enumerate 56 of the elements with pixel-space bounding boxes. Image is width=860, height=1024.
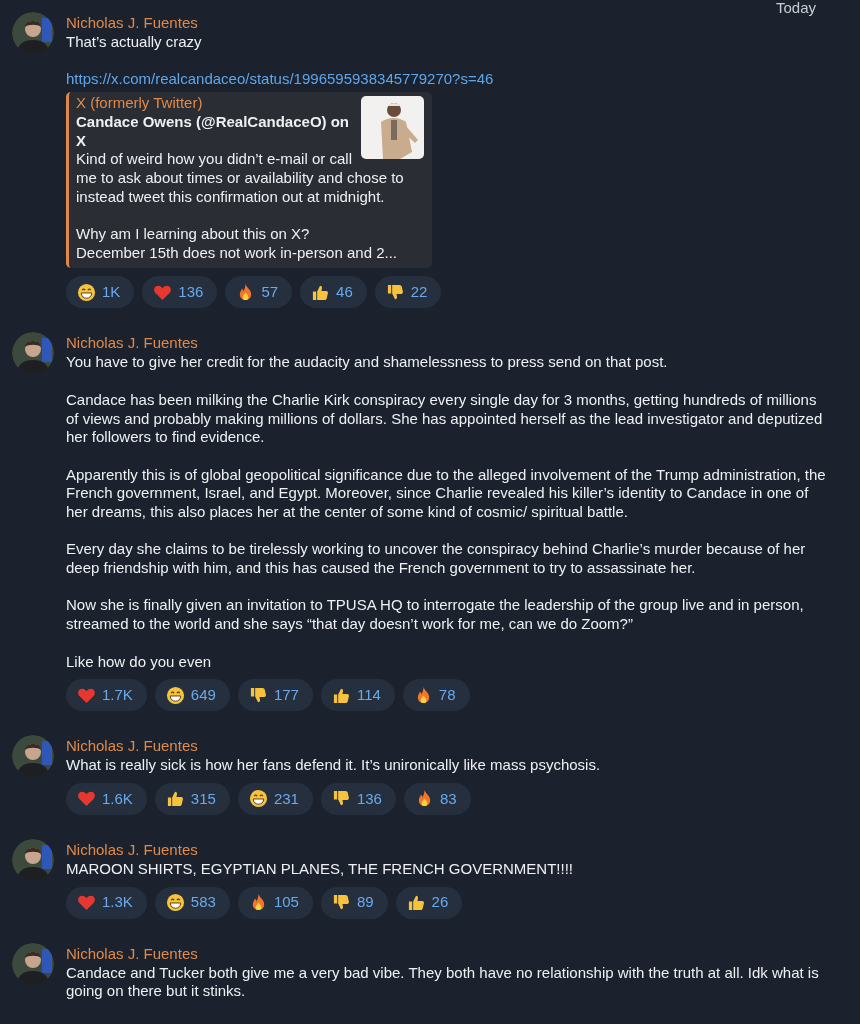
grin-emoji-icon (165, 893, 185, 913)
reaction-button[interactable]: 57 (225, 276, 293, 309)
message-text: That’s actually crazy (66, 33, 203, 52)
avatar (12, 12, 54, 54)
reaction-button[interactable]: 1.6K (66, 783, 147, 815)
reaction-button[interactable]: 89 (320, 886, 388, 919)
thumbs-up-icon (406, 893, 426, 913)
reaction-button[interactable]: 136 (142, 276, 218, 309)
reaction-button[interactable]: 114 (320, 679, 395, 712)
reaction-button[interactable]: 1.7K (66, 679, 147, 712)
reaction-button[interactable]: 22 (374, 276, 442, 309)
message-text: What is really sick is how her fans defend it. It’s unironically like mass psychosis. (66, 756, 602, 775)
reaction-button[interactable]: 83 (403, 783, 471, 815)
reaction-button[interactable]: 1.3K (66, 886, 147, 919)
date-label: Today (775, 0, 816, 16)
heart-icon (77, 789, 96, 809)
message-link[interactable]: https://x.com/realcandaceo/status/1996595938345779270?s=46 (66, 70, 494, 90)
avatar (12, 942, 54, 985)
reaction-button[interactable]: 105 (237, 886, 313, 919)
reaction-button[interactable]: 649 (154, 679, 230, 712)
message-text: Now she is finally given an invitation to TPUSA HQ to interrogate the leadership of the group live and in person, streamed to the world and she says “that day doesn’t work for me, can we do Zoom?” (66, 596, 805, 634)
sender-name[interactable]: Nicholas J. Fuentes (66, 942, 826, 964)
reaction-button[interactable]: 583 (154, 886, 230, 919)
avatar (12, 332, 54, 375)
reaction-button[interactable]: 46 (300, 276, 367, 309)
message-text: MAROON SHIRTS, EGYPTIAN PLANES, THE FRENCH GOVERNMENT!!!! (66, 860, 575, 879)
preview-text: Why am I learning about this on X? December 15th does not work in-person and 2... (76, 225, 398, 263)
preview-text: Kind of weird how you didn’t e-mail or call me to ask about times or availability and chose to instead tweet this confirmation out at midnight. (76, 150, 405, 207)
message-text: Candace has been milking the Charlie Kirk conspiracy every single day for 3 months, getting hundreds of millions of views and probably making millions of dollars. She has appointed herself as the lead investigator and deputized her followers to find evidence. (66, 390, 824, 447)
reaction-button[interactable]: 1K (66, 276, 135, 309)
link-preview-card[interactable] (66, 92, 432, 269)
sender-name[interactable]: Nicholas J. Fuentes (66, 839, 826, 860)
grin-emoji-icon (77, 282, 96, 302)
message-text: You have to give her credit for the audacity and shamelessness to press send on that post. (66, 353, 669, 373)
sender-name[interactable]: Nicholas J. Fuentes (66, 332, 826, 354)
sender-name[interactable]: Nicholas J. Fuentes (66, 735, 826, 757)
message-text: Every day she claims to be tirelessly working to uncover the conspiracy behind Charlie’s murder because of her deep friendship with him, and this has caused the French government to try to assassinate her. (66, 540, 807, 578)
thumbs-down-icon (248, 685, 268, 705)
reaction-button[interactable]: 26 (395, 886, 463, 919)
grin-emoji-icon (165, 685, 185, 705)
reaction-button[interactable]: 315 (154, 783, 230, 815)
reaction-button[interactable]: 136 (320, 783, 396, 815)
reaction-button[interactable]: 231 (237, 783, 313, 815)
preview-title: Candace Owens (@RealCandaceO) on X (76, 112, 351, 151)
heart-icon (77, 893, 96, 913)
reaction-button[interactable]: 78 (402, 679, 470, 712)
avatar (12, 839, 54, 881)
thumbs-down-icon (385, 282, 405, 302)
message-text: Like how do you even (66, 652, 213, 672)
preview-site-name: X (formerly Twitter) (76, 94, 204, 113)
message-text: Apparently this is of global geopolitical significance due to the alleged involvement of the Trump administration, the French government, Israel, and Egypt. Moreover, since Charlie revealed his killer’s identity to Candace in one of her dreams, this also places her at the center of some kind of cosmic/ spiritual battle. (66, 465, 826, 522)
message-text: Candace and Tucker both give me a very bad vibe. They both have no relationship with the truth at all. Idk what is going on there but it stinks. (66, 963, 820, 1002)
thumbs-up-icon (165, 789, 185, 809)
avatar (12, 735, 54, 778)
grin-emoji-icon (248, 789, 268, 809)
reaction-button[interactable]: 177 (237, 679, 313, 712)
